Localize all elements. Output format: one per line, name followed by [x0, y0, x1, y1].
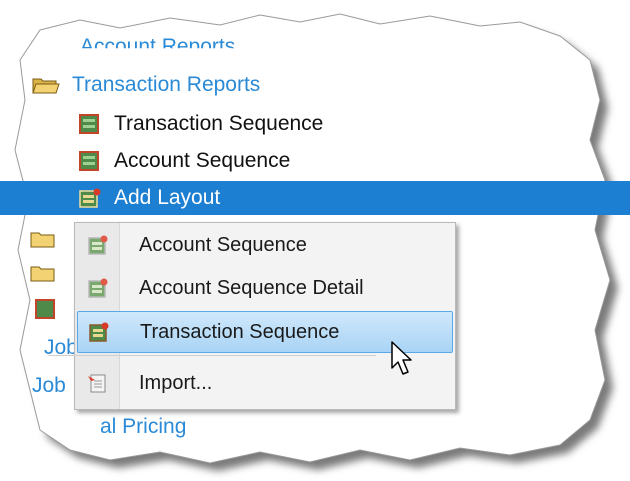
tree-item-transaction-sequence[interactable]: Transaction Sequence — [78, 107, 323, 141]
add-layout-icon — [78, 188, 102, 208]
tree-item-label: Transaction Sequence — [114, 112, 324, 135]
add-layout-icon — [87, 277, 109, 299]
tree-item-folder-2[interactable] — [30, 256, 70, 290]
tree-item-label: Job — [32, 374, 66, 397]
tree-item-label: al Pricing — [100, 415, 187, 438]
tree-item-report-3[interactable] — [34, 292, 70, 326]
menu-item-account-sequence-detail[interactable]: Account Sequence Detail — [75, 268, 455, 308]
tree-item-job-1[interactable]: Job — [44, 331, 78, 365]
menu-item-label: Account Sequence — [139, 233, 307, 256]
menu-item-label: Import... — [139, 371, 213, 394]
tree-item-label: Job — [44, 336, 78, 359]
tree-item-label: Add Layout — [114, 186, 221, 209]
menu-separator — [48, 355, 376, 356]
tree-item-pricing[interactable]: al Pricing — [100, 410, 186, 444]
folder-icon — [30, 263, 58, 283]
tree-item-transaction-reports[interactable]: Transaction Reports — [32, 68, 260, 102]
tree-item-label: Account Reports — [80, 35, 236, 58]
folder-open-icon — [32, 75, 60, 95]
tree-item-account-sequence[interactable]: Account Sequence — [78, 144, 290, 178]
add-layout-icon — [88, 321, 110, 343]
report-layout-icon — [78, 151, 102, 171]
report-layout-icon — [78, 114, 102, 134]
folder-icon — [30, 229, 58, 249]
tree-item-folder-1[interactable] — [30, 222, 70, 256]
add-layout-icon — [87, 234, 109, 256]
menu-item-account-sequence[interactable]: Account Sequence — [75, 225, 455, 265]
tree-item-add-layout[interactable]: Add Layout — [0, 181, 630, 215]
mouse-cursor-icon — [391, 341, 412, 375]
import-icon — [87, 372, 109, 394]
menu-item-label: Transaction Sequence — [140, 320, 340, 343]
tree-item-label: Transaction Reports — [72, 73, 261, 96]
menu-item-label: Account Sequence Detail — [139, 276, 364, 299]
context-menu: Account Sequence Account Sequence Detail… — [74, 222, 456, 410]
tree-item-label: Account Sequence — [114, 149, 291, 172]
tree-item-account-reports[interactable]: Account Reports — [80, 30, 235, 64]
tree-item-job-2[interactable]: Job — [32, 369, 66, 403]
report-layout-icon — [34, 299, 58, 319]
